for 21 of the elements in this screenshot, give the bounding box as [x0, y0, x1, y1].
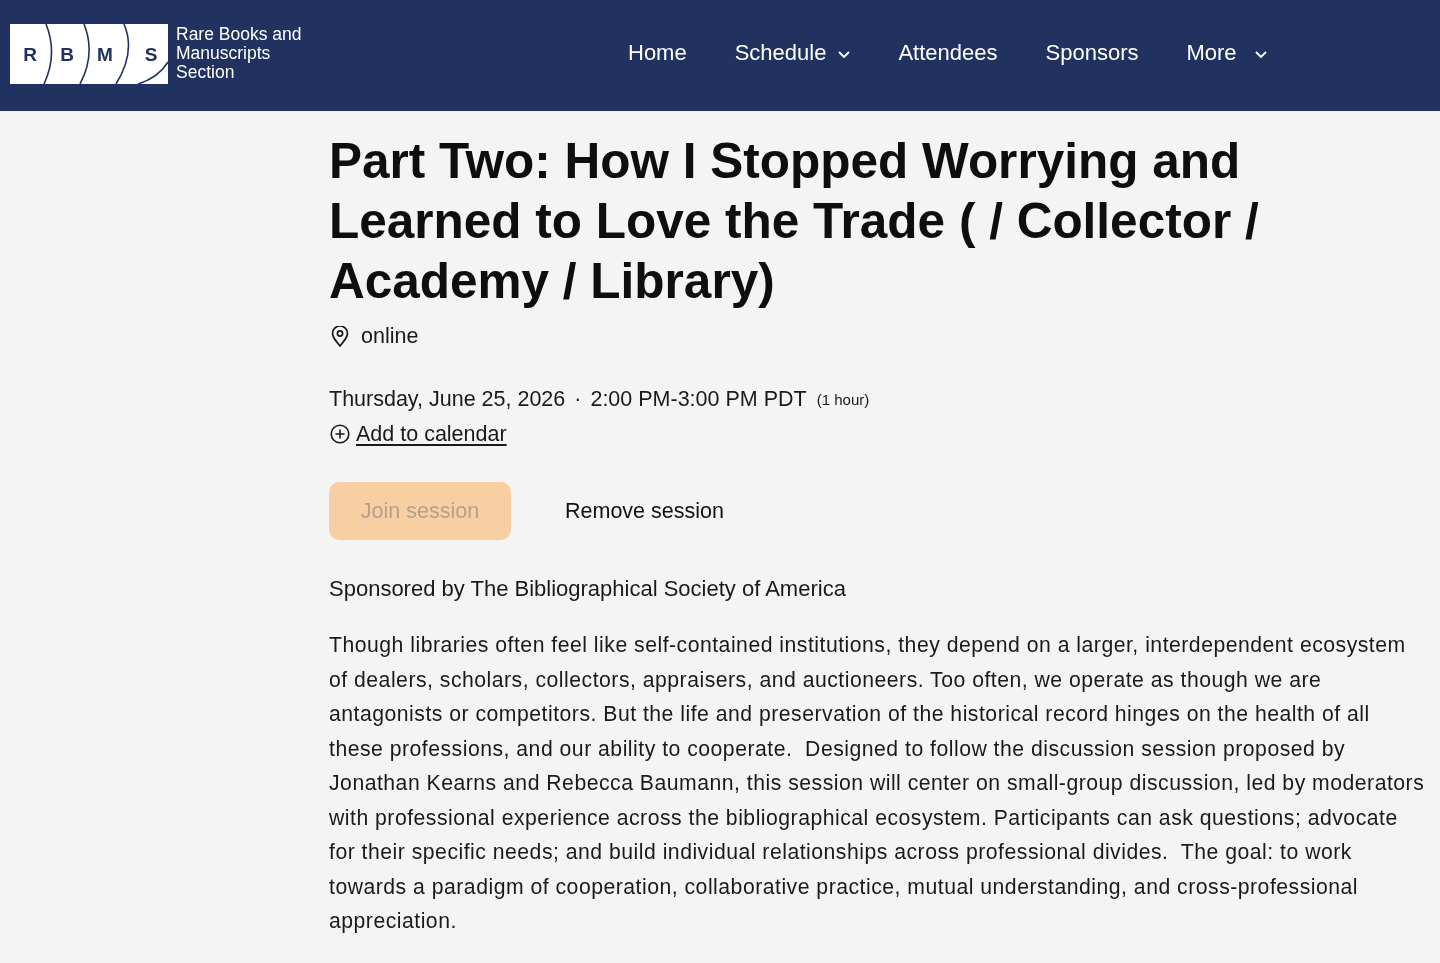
logo[interactable]: R B M S — [10, 23, 168, 84]
duration-text: (1 hour) — [816, 390, 870, 408]
site-name[interactable]: Rare Books and Manuscripts Section — [176, 25, 304, 82]
chevron-down-icon — [1254, 50, 1267, 58]
map-pin-icon — [331, 325, 349, 347]
location-text: online — [361, 323, 419, 349]
time-text: 2:00 PM-3:00 PM PDT — [590, 386, 807, 412]
session-title: Part Two: How I Stopped Worrying and Learned to Love the Trade ( / Collector / Academy / Library) — [329, 132, 1260, 310]
nav-link[interactable]: Sponsors — [1021, 30, 1163, 76]
separator-dot: · — [574, 386, 582, 412]
nav-link[interactable]: Attendees — [874, 30, 1022, 76]
date-text: Thursday, June 25, 2026 — [329, 386, 566, 412]
description-text: Though libraries often feel like self-contained institutions, they depend on a larger, interdependent ecosystem of dealers, scholars, collectors, appraisers, and auctioneers. Too often, we operate as though we are antagonists or competitors. But the life and preservation of the historical record hinges on the health of all these professions, and our ability to cooperate. Designed to follow the discussion session proposed by Jonathan Kearns and Rebecca Baumann, this session will center on small-group discussion, led by moderators with professional experience across the bibliographical ecosystem. Participants can ask questions; advocate for their specific needs; and build individual relationships across professional divides. The goal: to work towards a paradigm of cooperation, collaborative practice, mutual understanding, and cross-professional appreciation. — [329, 632, 1426, 935]
plus-circle-icon — [330, 424, 350, 444]
text-button[interactable]: Remove session — [547, 482, 742, 540]
add-to-calendar-link[interactable]: Add to calendar — [356, 421, 507, 447]
chevron-down-icon — [838, 50, 851, 58]
sponsor-text: Sponsored by The Bibliographical Society of America — [329, 575, 847, 603]
nav-link[interactable]: More — [1162, 30, 1291, 76]
nav-link[interactable]: Home — [604, 30, 711, 76]
nav-link[interactable]: Schedule — [710, 30, 875, 76]
